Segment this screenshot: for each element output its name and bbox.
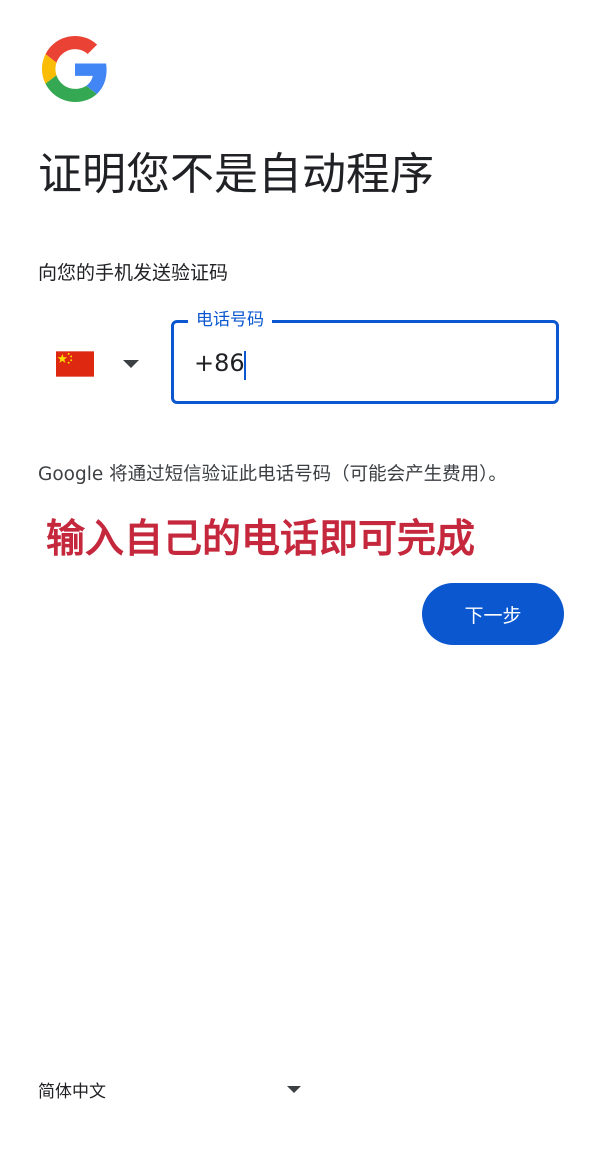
language-selector[interactable]: 简体中文 [38,1072,303,1106]
text-cursor [244,351,246,380]
page-subtitle: 向您的手机发送验证码 [38,262,229,284]
language-label: 简体中文 [38,1081,106,1102]
annotation-text: 输入自己的电话即可完成 [46,517,476,562]
google-logo-icon [42,36,107,102]
country-selector[interactable] [56,340,152,388]
sms-notice: Google 将通过短信验证此电话号码（可能会产生费用）。 [38,464,507,485]
page-title: 证明您不是自动程序 [38,149,434,200]
caret-down-icon [287,1085,301,1093]
next-button[interactable]: 下一步 [422,583,564,645]
caret-down-icon [123,360,139,368]
phone-number-label: 电话号码 [188,308,272,332]
phone-number-field[interactable]: 电话号码 [171,308,559,404]
china-flag-icon [56,351,94,377]
